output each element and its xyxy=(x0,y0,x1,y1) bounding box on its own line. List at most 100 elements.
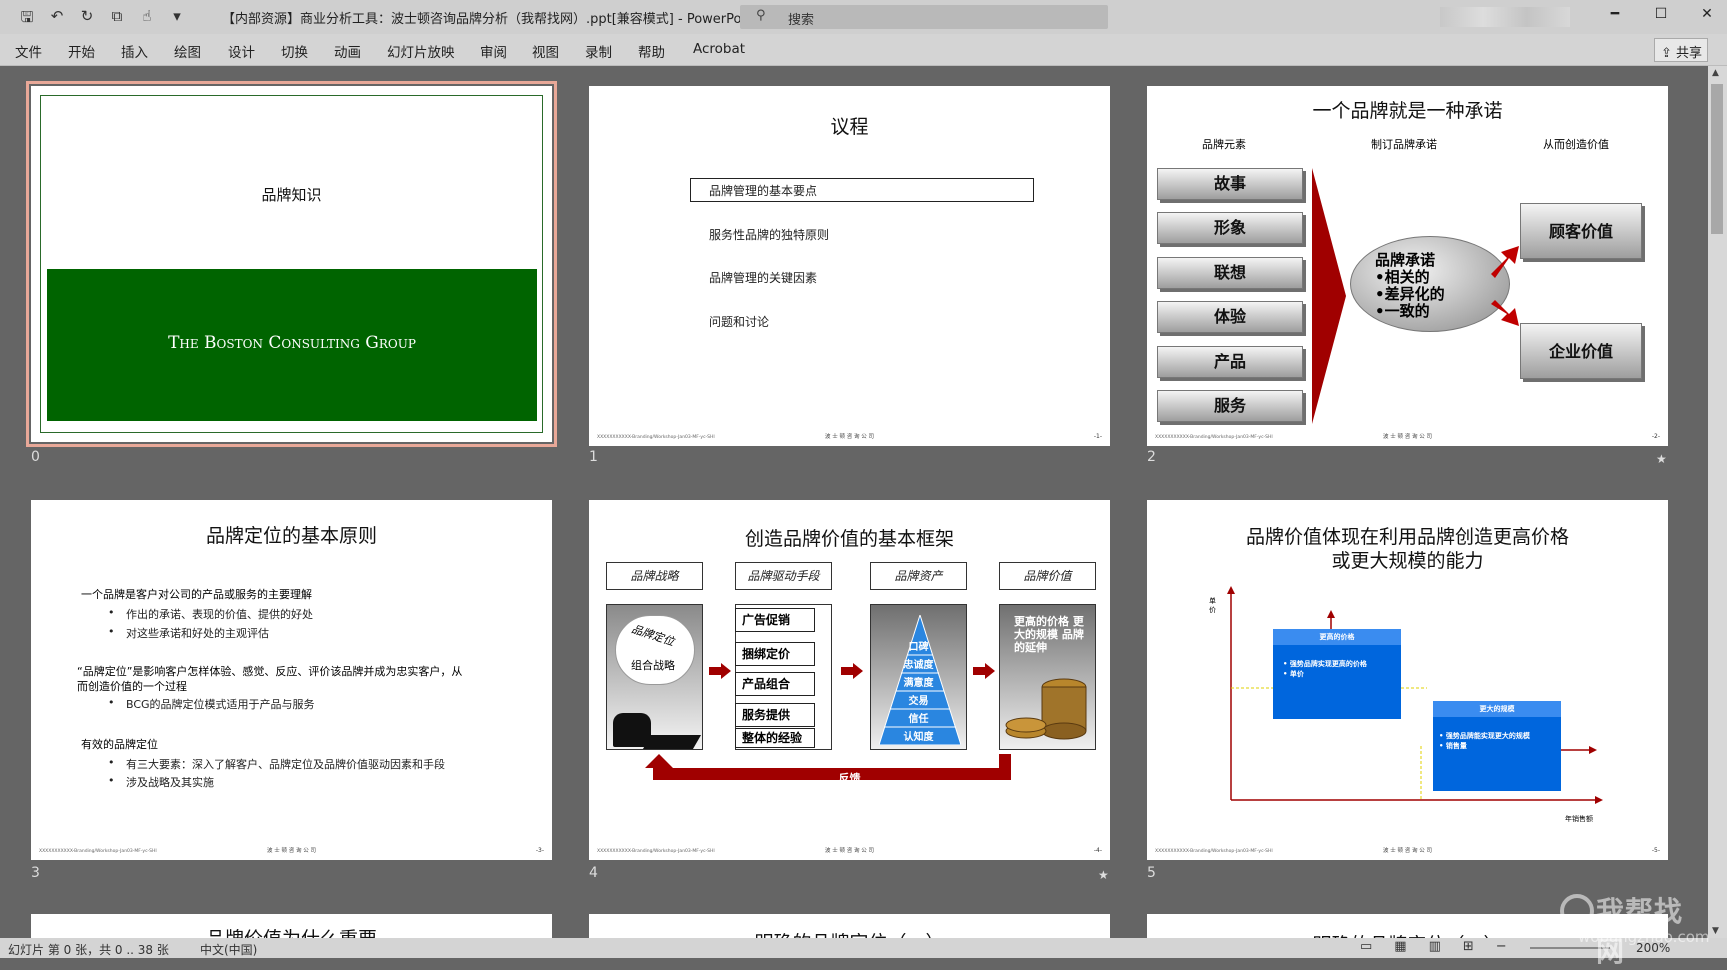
slide-sorter[interactable]: 品牌知识 The Boston Consulting Group 0 议程 品牌… xyxy=(0,66,1708,938)
bullet-item: 对这些承诺和好处的主观评估 xyxy=(108,625,269,641)
bullet-item: BCG的品牌定位模式适用于产品与服务 xyxy=(108,696,315,712)
agenda-item: 服务性品牌的独特原则 xyxy=(709,228,830,242)
slide-thumbnail-1[interactable]: 议程 品牌管理的基本要点 服务性品牌的独特原则 品牌管理的关键因素 问题和讨论 … xyxy=(589,86,1110,446)
box-item: • 单价 xyxy=(1283,670,1304,678)
present-icon[interactable]: ⧉ xyxy=(108,7,126,32)
converge-chevron xyxy=(1312,168,1346,424)
brand-element: 产品 xyxy=(1157,346,1303,378)
slide-footer-page: -2- xyxy=(1651,433,1660,440)
slide-footer-center: 波 士 顿 咨 询 公 司 xyxy=(1383,848,1432,854)
normal-view-icon[interactable]: ▭ xyxy=(1360,939,1372,954)
enterprise-value-box: 企业价值 xyxy=(1520,323,1642,379)
title-bar: 🖫 ↶ ↻ ⧉ ☝ ▾ 【内部资源】商业分析工具：波士顿咨询品牌分析（我帮找网）… xyxy=(0,0,1727,34)
tab-transitions[interactable]: 切换 xyxy=(281,41,308,61)
box-item: • 强势品牌实现更高的价格 xyxy=(1283,660,1367,668)
slide-thumbnail-4[interactable]: 创造品牌价值的基本框架 品牌战略 品牌驱动手段 品牌资产 品牌价值 品牌定位 组… xyxy=(589,500,1110,860)
flow-arrow-icon xyxy=(709,663,731,679)
box-item: • 强势品牌能实现更大的规模 xyxy=(1439,732,1530,740)
ribbon-tabs: 文件 开始 插入 绘图 设计 切换 动画 幻灯片放映 审阅 视图 录制 帮助 A… xyxy=(0,34,1727,66)
thought-cloud xyxy=(615,615,695,685)
customize-qat-icon[interactable]: ▾ xyxy=(168,7,186,32)
slide-thumbnail-6[interactable]: 品牌价值为什么重要 xyxy=(31,914,552,938)
slide-footer-page: -4- xyxy=(1093,847,1102,854)
slide-thumbnail-2[interactable]: 一个品牌就是一种承诺 品牌元素 制订品牌承诺 从而创造价值 故事 形象 联想 体… xyxy=(1147,86,1668,446)
brand-element: 故事 xyxy=(1157,168,1303,200)
tab-help[interactable]: 帮助 xyxy=(638,41,665,61)
drivers-box: 广告促销 捆绑定价 产品组合 服务提供 整体的经验 xyxy=(735,604,832,750)
share-icon: ⇪ xyxy=(1661,46,1677,61)
feedback-label: 反馈 xyxy=(838,772,861,785)
tab-insert[interactable]: 插入 xyxy=(121,41,148,61)
share-button[interactable]: ⇪ 共享 xyxy=(1654,38,1708,62)
value-arrows xyxy=(1491,246,1519,326)
customer-value-box: 顾客价值 xyxy=(1520,203,1642,259)
driver-item: 广告促销 xyxy=(735,608,815,632)
tab-review[interactable]: 审阅 xyxy=(480,41,507,61)
agenda-item: 问题和讨论 xyxy=(709,315,770,329)
slide-number: 4 xyxy=(589,865,598,881)
tab-design[interactable]: 设计 xyxy=(228,41,255,61)
tab-file[interactable]: 文件 xyxy=(15,41,42,61)
flow-arrow-icon xyxy=(841,663,863,679)
slide-footer-page: -5- xyxy=(1651,847,1660,854)
scroll-up-icon[interactable]: ▲ xyxy=(1712,68,1719,78)
slide-number: 2 xyxy=(1147,449,1156,465)
transition-star-icon[interactable]: ★ xyxy=(1098,868,1109,882)
slide-title-line-1: 品牌价值体现在利用品牌创造更高价格 xyxy=(1245,526,1569,548)
text-line: “品牌定位”是影响客户怎样体验、感觉、反应、评价该品牌并成为忠实客户，从 xyxy=(77,665,463,678)
y-axis-label: 单价 xyxy=(1209,597,1216,614)
tab-home[interactable]: 开始 xyxy=(68,41,95,61)
reading-view-icon[interactable]: ▥ xyxy=(1429,939,1441,954)
tab-acrobat[interactable]: Acrobat xyxy=(693,41,745,57)
tab-animations[interactable]: 动画 xyxy=(334,41,361,61)
slide-title: 一个品牌就是一种承诺 xyxy=(1312,100,1503,122)
bullet-item: 有三大要素：深入了解客户、品牌定位及品牌价值驱动因素和手段 xyxy=(108,756,445,772)
scroll-thumb[interactable] xyxy=(1711,84,1723,234)
column-heading: 制订品牌承诺 xyxy=(1371,138,1437,151)
thinker-figure-icon xyxy=(613,713,651,747)
scroll-down-icon[interactable]: ▼ xyxy=(1712,926,1719,936)
save-icon[interactable]: 🖫 xyxy=(18,7,36,32)
agenda-item: 品牌管理的关键因素 xyxy=(709,271,818,285)
driver-item: 捆绑定价 xyxy=(735,642,815,666)
slide-title: 品牌知识 xyxy=(261,186,322,204)
slideshow-view-icon[interactable]: ⊞ xyxy=(1463,939,1474,954)
undo-icon[interactable]: ↶ xyxy=(48,7,66,32)
assets-box: 口碑 忠诚度 满意度 交易 信任 认知度 xyxy=(870,604,967,750)
slide-thumbnail-7[interactable]: 明确的品牌定位（一） xyxy=(589,914,1110,938)
text-line: 一个品牌是客户对公司的产品或服务的主要理解 xyxy=(81,588,312,601)
slide-footer-center: 波 士 顿 咨 询 公 司 xyxy=(825,434,874,440)
slide-footer-center: 波 士 顿 咨 询 公 司 xyxy=(825,848,874,854)
slide-title: 创造品牌价值的基本框架 xyxy=(744,528,954,550)
vertical-scrollbar[interactable]: ▲ ▼ xyxy=(1708,66,1727,938)
search-box[interactable]: ⚲ 搜索 xyxy=(740,5,1108,29)
zoom-out-icon[interactable]: − xyxy=(1496,939,1507,954)
slide-thumbnail-5[interactable]: 品牌价值体现在利用品牌创造更高价格 或更大规模的能力 单价 更高的价格 • 强势… xyxy=(1147,500,1668,860)
language-indicator[interactable]: 中文(中国) xyxy=(200,941,257,958)
transition-star-icon[interactable]: ★ xyxy=(1656,452,1667,466)
redo-icon[interactable]: ↻ xyxy=(78,7,96,32)
slide-footer-page: -3- xyxy=(535,847,544,854)
maximize-button[interactable]: ☐ xyxy=(1646,6,1676,22)
tab-view[interactable]: 视图 xyxy=(532,41,559,61)
agenda-item: 品牌管理的基本要点 xyxy=(709,184,818,198)
box-item: • 销售量 xyxy=(1439,742,1467,750)
pyramid-level: 认知度 xyxy=(903,732,934,743)
slide-thumbnail-0[interactable]: 品牌知识 The Boston Consulting Group xyxy=(26,81,557,447)
slide-sorter-view-icon[interactable]: ▦ xyxy=(1394,939,1406,954)
slide-title: 议程 xyxy=(830,116,869,138)
slide-footer-page: -1- xyxy=(1093,433,1102,440)
brand-element: 联想 xyxy=(1157,257,1303,289)
close-button[interactable]: ✕ xyxy=(1692,6,1722,22)
touch-mode-icon[interactable]: ☝ xyxy=(138,7,156,32)
tab-record[interactable]: 录制 xyxy=(585,41,612,61)
minimize-button[interactable]: ━ xyxy=(1600,6,1630,22)
value-box: 更高的价格 更大的规模 品牌的延伸 xyxy=(999,604,1096,750)
slide-thumbnail-3[interactable]: 品牌定位的基本原则 一个品牌是客户对公司的产品或服务的主要理解 作出的承诺、表现… xyxy=(31,500,552,860)
account-area[interactable] xyxy=(1440,7,1570,27)
bullet-item: 涉及战略及其实施 xyxy=(108,774,214,790)
tab-draw[interactable]: 绘图 xyxy=(174,41,201,61)
tab-slideshow[interactable]: 幻灯片放映 xyxy=(387,41,455,61)
coin-stack-icon xyxy=(1005,678,1087,740)
pyramid-level: 交易 xyxy=(908,696,929,707)
